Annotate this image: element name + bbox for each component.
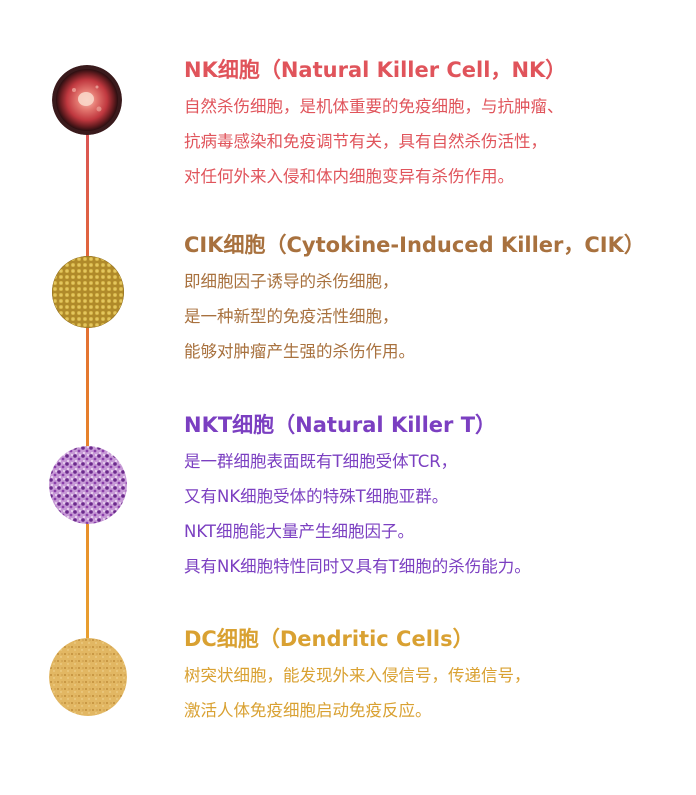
timeline-line xyxy=(86,100,89,680)
description-line: 即细胞因子诱导的杀伤细胞， xyxy=(184,272,399,291)
section-description: 是一群细胞表面既有T细胞受体TCR， 又有NK细胞受体的特殊T细胞亚群。 NKT… xyxy=(184,444,686,584)
section-nkt: NKT细胞（Natural Killer T） 是一群细胞表面既有T细胞受体TC… xyxy=(184,410,686,584)
description-line: 又有NK细胞受体的特殊T细胞亚群。 xyxy=(184,487,449,506)
section-title: NK细胞（Natural Killer Cell，NK） xyxy=(184,58,567,82)
nkt-cell-image xyxy=(49,446,127,524)
section-dc: DC细胞（Dendritic Cells） 树突状细胞，能发现外来入侵信号，传递… xyxy=(184,624,686,728)
description-line: 是一种新型的免疫活性细胞， xyxy=(184,307,399,326)
description-line: 能够对肿瘤产生强的杀伤作用。 xyxy=(184,342,415,361)
section-description: 树突状细胞，能发现外来入侵信号，传递信号， 激活人体免疫细胞启动免疫反应。 xyxy=(184,658,686,728)
description-line: 树突状细胞，能发现外来入侵信号，传递信号， xyxy=(184,666,531,685)
description-line: 激活人体免疫细胞启动免疫反应。 xyxy=(184,701,432,720)
section-description: 自然杀伤细胞，是机体重要的免疫细胞，与抗肿瘤、 抗病毒感染和免疫调节有关，具有自… xyxy=(184,89,686,194)
nk-cell-image xyxy=(52,65,122,135)
description-line: 是一群细胞表面既有T细胞受体TCR， xyxy=(184,452,458,471)
section-title: CIK细胞（Cytokine-Induced Killer，CIK） xyxy=(184,233,645,257)
cik-cell-image xyxy=(52,256,124,328)
dc-cell-image xyxy=(49,638,127,716)
description-line: 自然杀伤细胞，是机体重要的免疫细胞，与抗肿瘤、 xyxy=(184,97,564,116)
description-line: 具有NK细胞特性同时又具有T细胞的杀伤能力。 xyxy=(184,557,531,576)
description-line: 对任何外来入侵和体内细胞变异有杀伤作用。 xyxy=(184,167,514,186)
section-description: 即细胞因子诱导的杀伤细胞， 是一种新型的免疫活性细胞， 能够对肿瘤产生强的杀伤作… xyxy=(184,264,686,369)
section-cik: CIK细胞（Cytokine-Induced Killer，CIK） 即细胞因子… xyxy=(184,230,686,369)
section-nk: NK细胞（Natural Killer Cell，NK） 自然杀伤细胞，是机体重… xyxy=(184,55,686,194)
description-line: 抗病毒感染和免疫调节有关，具有自然杀伤活性， xyxy=(184,132,547,151)
section-title: NKT细胞（Natural Killer T） xyxy=(184,413,497,437)
description-line: NKT细胞能大量产生细胞因子。 xyxy=(184,522,414,541)
section-title: DC细胞（Dendritic Cells） xyxy=(184,627,474,651)
